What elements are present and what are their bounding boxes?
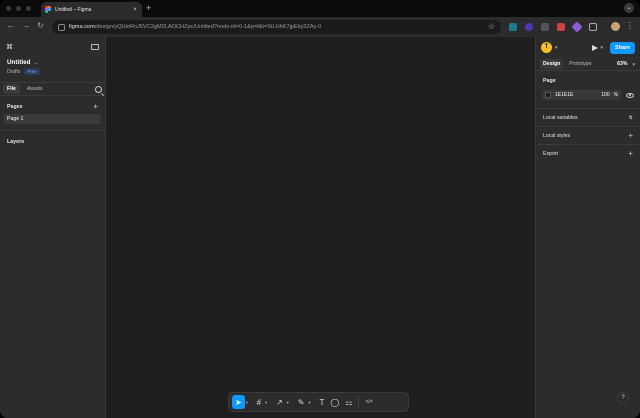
page-item[interactable]: Page 1 xyxy=(4,114,101,124)
page-fill-row: 1E1E1E 100 % xyxy=(542,90,634,100)
tab-close-icon[interactable]: × xyxy=(131,7,139,13)
local-styles-label: Local styles xyxy=(543,132,571,139)
color-swatch[interactable] xyxy=(545,92,551,98)
layers-header: Layers xyxy=(0,134,105,149)
page-item-label: Page 1 xyxy=(7,116,24,122)
help-button[interactable]: ? xyxy=(617,392,629,404)
right-panel-tabs: Design Prototype 63% ▼ xyxy=(536,58,640,71)
tab-strip: Untitled – Figma × + ⌄ xyxy=(0,0,640,17)
pages-title: Pages xyxy=(7,103,23,110)
browser-window: Untitled – Figma × + ⌄ ← → ↻ figma.com/d… xyxy=(0,0,640,418)
file-menu-chevron-icon[interactable]: ⌄ xyxy=(33,60,37,66)
tab-assets[interactable]: Assets xyxy=(23,84,47,94)
local-variables-label: Local variables xyxy=(543,114,578,121)
actions-tool-icon[interactable]: ⚏ xyxy=(342,395,355,409)
search-icon[interactable] xyxy=(95,85,102,93)
forward-icon[interactable]: → xyxy=(22,21,30,30)
add-page-icon[interactable]: + xyxy=(93,102,98,111)
export-label: Export xyxy=(543,150,558,157)
close-window-dot[interactable] xyxy=(6,6,11,11)
frame-tool-icon[interactable]: # xyxy=(254,395,264,409)
url-host: figma.com xyxy=(69,24,95,30)
pen-tool-chevron-icon[interactable]: ▼ xyxy=(307,400,311,405)
shape-tool-chevron-icon[interactable]: ▼ xyxy=(286,400,290,405)
local-styles-row[interactable]: Local styles + xyxy=(536,126,640,144)
file-name[interactable]: Untitled ⌄ xyxy=(0,56,105,66)
add-export-icon[interactable]: + xyxy=(628,149,633,158)
text-tool-icon[interactable]: T xyxy=(316,395,327,409)
share-button[interactable]: Share xyxy=(610,41,635,54)
divider xyxy=(0,130,105,131)
toolbar-divider xyxy=(358,396,360,408)
local-variables-row[interactable]: Local variables ⇅ xyxy=(536,108,640,126)
address-bar[interactable]: figma.com/design/yQUieRnJ5VC3gM2LAOCHZpc… xyxy=(52,20,501,34)
left-panel: ⌘ Untitled ⌄ Drafts Free File Assets Page… xyxy=(0,37,106,418)
plan-badge: Free xyxy=(24,68,40,75)
browser-tab-figma[interactable]: Untitled – Figma × xyxy=(41,2,142,17)
layers-title: Layers xyxy=(7,138,25,145)
move-tool-chevron-icon[interactable]: ▼ xyxy=(245,400,249,405)
bookmark-star-icon[interactable]: ☆ xyxy=(488,22,495,31)
main-menu-icon[interactable]: ⌘ xyxy=(6,43,13,51)
file-name-label: Untitled xyxy=(7,59,31,66)
visibility-eye-icon[interactable] xyxy=(626,92,634,98)
maximize-window-dot[interactable] xyxy=(26,6,31,11)
tab-search-icon[interactable]: ⌄ xyxy=(624,3,634,13)
reload-icon[interactable]: ↻ xyxy=(37,21,44,30)
tab-prototype[interactable]: Prototype xyxy=(566,59,594,69)
tab-file[interactable]: File xyxy=(3,84,20,94)
chevron-down-icon[interactable]: ▼ xyxy=(554,45,558,50)
zoom-chevron-icon[interactable]: ▼ xyxy=(632,62,636,67)
back-icon[interactable]: ← xyxy=(7,21,15,30)
tab-title: Untitled – Figma xyxy=(55,6,92,13)
file-location[interactable]: Drafts xyxy=(7,69,20,75)
comment-tool-icon[interactable]: ◯ xyxy=(327,395,342,409)
page-fill-input[interactable]: 1E1E1E 100 % xyxy=(542,90,622,100)
extension-icon-4[interactable] xyxy=(557,23,565,31)
bottom-toolbar: ➤ ▼ # ▼ ↗ ▼ ✎ ▼ T ◯ ⚏ </> xyxy=(228,392,409,412)
figma-favicon-icon xyxy=(45,6,51,13)
add-style-icon[interactable]: + xyxy=(628,131,633,140)
design-canvas[interactable] xyxy=(106,37,535,418)
right-panel-header: T ▼ ▼ Share xyxy=(536,37,640,58)
extension-icon-2[interactable] xyxy=(525,23,533,31)
new-tab-button[interactable]: + xyxy=(146,3,151,13)
browser-toolbar: ← → ↻ figma.com/design/yQUieRnJ5VC3gM2LA… xyxy=(0,17,640,37)
browser-menu-icon[interactable]: ⋮ xyxy=(626,21,634,30)
right-panel: T ▼ ▼ Share Design Prototype 63% ▼ Page … xyxy=(535,37,640,418)
frame-tool-chevron-icon[interactable]: ▼ xyxy=(264,400,268,405)
url-path: /design/yQUieRnJ5VC3gM2LAOCHZpc/Untitled… xyxy=(94,24,322,30)
export-row[interactable]: Export + xyxy=(536,144,640,162)
present-play-icon[interactable] xyxy=(591,44,598,51)
left-panel-tabs: File Assets xyxy=(0,82,105,96)
extension-icon-3[interactable] xyxy=(541,23,549,31)
pen-tool-icon[interactable]: ✎ xyxy=(295,395,308,409)
extension-icon-5[interactable] xyxy=(571,21,583,33)
move-tool-icon[interactable]: ➤ xyxy=(232,395,245,409)
file-meta: Drafts Free xyxy=(0,66,105,75)
fill-opacity-unit: % xyxy=(613,92,619,98)
user-avatar[interactable]: T xyxy=(541,42,552,53)
profile-avatar[interactable] xyxy=(611,22,620,31)
page-section-title: Page xyxy=(543,78,556,84)
sidebar-toggle-icon[interactable] xyxy=(91,43,99,50)
pages-header: Pages + xyxy=(0,99,105,114)
minimize-window-dot[interactable] xyxy=(16,6,21,11)
extension-icon-1[interactable] xyxy=(509,23,517,31)
fill-hex-value[interactable]: 1E1E1E xyxy=(555,92,601,98)
fill-opacity-value[interactable]: 100 xyxy=(601,92,609,98)
figma-app: ⌘ Untitled ⌄ Drafts Free File Assets Page… xyxy=(0,37,640,418)
zoom-level[interactable]: 63% xyxy=(617,61,627,67)
url-text: figma.com/design/yQUieRnJ5VC3gM2LAOCHZpc… xyxy=(69,24,321,30)
shape-tool-icon[interactable]: ↗ xyxy=(273,395,286,409)
site-info-icon[interactable] xyxy=(58,23,65,31)
tab-design[interactable]: Design xyxy=(540,59,564,69)
extensions-puzzle-icon[interactable] xyxy=(589,23,597,31)
present-options-chevron-icon[interactable]: ▼ xyxy=(600,45,604,50)
dev-mode-icon[interactable]: </> xyxy=(362,395,375,409)
left-panel-header: ⌘ xyxy=(0,37,105,56)
variables-adjust-icon[interactable]: ⇅ xyxy=(629,115,633,121)
